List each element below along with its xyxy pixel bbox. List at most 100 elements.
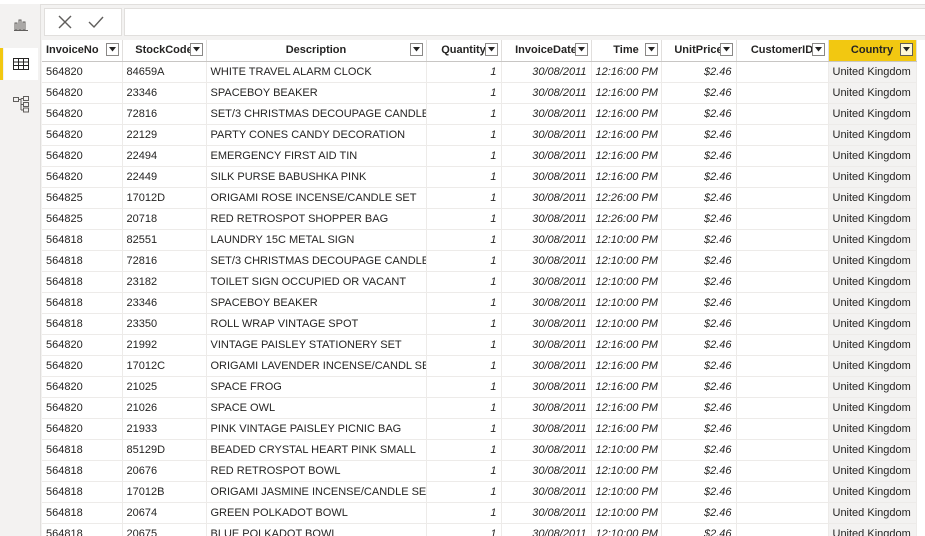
column-header-country[interactable]: Country — [828, 40, 917, 62]
filter-dropdown-button[interactable] — [189, 43, 203, 56]
cell-description[interactable]: VINTAGE PAISLEY STATIONERY SET — [206, 334, 427, 356]
commit-edit-button[interactable] — [87, 14, 105, 30]
cell-country[interactable]: United Kingdom — [828, 271, 917, 293]
cell-time[interactable]: 12:26:00 PM — [591, 187, 662, 209]
cell-invoicedate[interactable]: 30/08/2011 — [501, 229, 592, 251]
cell-time[interactable]: 12:10:00 PM — [591, 523, 662, 536]
column-header-time[interactable]: Time — [591, 40, 662, 62]
cell-customerid[interactable] — [736, 523, 829, 536]
cell-quantity[interactable]: 1 — [426, 145, 502, 167]
cell-quantity[interactable]: 1 — [426, 124, 502, 146]
cell-stockcode[interactable]: 17012C — [122, 355, 207, 377]
cell-country[interactable]: United Kingdom — [828, 460, 917, 482]
cell-country[interactable]: United Kingdom — [828, 166, 917, 188]
cell-description[interactable]: BEADED CRYSTAL HEART PINK SMALL — [206, 439, 427, 461]
cell-unitprice[interactable]: $2.46 — [661, 481, 737, 503]
cell-invoicedate[interactable]: 30/08/2011 — [501, 523, 592, 536]
cell-description[interactable]: WHITE TRAVEL ALARM CLOCK — [206, 61, 427, 83]
cell-time[interactable]: 12:16:00 PM — [591, 145, 662, 167]
cell-unitprice[interactable]: $2.46 — [661, 124, 737, 146]
cell-time[interactable]: 12:16:00 PM — [591, 355, 662, 377]
cell-unitprice[interactable]: $2.46 — [661, 61, 737, 83]
cell-stockcode[interactable]: 21026 — [122, 397, 207, 419]
cell-invoiceno[interactable]: 564818 — [42, 229, 123, 251]
cell-description[interactable]: TOILET SIGN OCCUPIED OR VACANT — [206, 271, 427, 293]
cell-quantity[interactable]: 1 — [426, 250, 502, 272]
cell-customerid[interactable] — [736, 355, 829, 377]
cell-invoicedate[interactable]: 30/08/2011 — [501, 460, 592, 482]
cell-quantity[interactable]: 1 — [426, 82, 502, 104]
column-header-quantity[interactable]: Quantity — [426, 40, 502, 62]
cell-time[interactable]: 12:10:00 PM — [591, 229, 662, 251]
cell-description[interactable]: EMERGENCY FIRST AID TIN — [206, 145, 427, 167]
filter-dropdown-button[interactable] — [105, 43, 119, 56]
cell-stockcode[interactable]: 17012D — [122, 187, 207, 209]
data-view-button[interactable] — [0, 48, 38, 80]
cell-unitprice[interactable]: $2.46 — [661, 292, 737, 314]
cell-description[interactable]: SET/3 CHRISTMAS DECOUPAGE CANDLES — [206, 103, 427, 125]
cell-invoiceno[interactable]: 564818 — [42, 502, 123, 524]
cell-country[interactable]: United Kingdom — [828, 250, 917, 272]
cell-unitprice[interactable]: $2.46 — [661, 166, 737, 188]
cell-invoicedate[interactable]: 30/08/2011 — [501, 124, 592, 146]
cell-stockcode[interactable]: 21933 — [122, 418, 207, 440]
cell-quantity[interactable]: 1 — [426, 460, 502, 482]
cell-quantity[interactable]: 1 — [426, 439, 502, 461]
cell-quantity[interactable]: 1 — [426, 418, 502, 440]
cell-customerid[interactable] — [736, 292, 829, 314]
column-header-invoiceno[interactable]: InvoiceNo — [42, 40, 123, 62]
cell-invoiceno[interactable]: 564820 — [42, 397, 123, 419]
cell-stockcode[interactable]: 23182 — [122, 271, 207, 293]
cell-invoiceno[interactable]: 564818 — [42, 439, 123, 461]
cell-unitprice[interactable]: $2.46 — [661, 187, 737, 209]
cell-invoicedate[interactable]: 30/08/2011 — [501, 376, 592, 398]
cell-stockcode[interactable]: 21025 — [122, 376, 207, 398]
cell-description[interactable]: PARTY CONES CANDY DECORATION — [206, 124, 427, 146]
cell-quantity[interactable]: 1 — [426, 208, 502, 230]
cell-invoicedate[interactable]: 30/08/2011 — [501, 187, 592, 209]
cell-time[interactable]: 12:26:00 PM — [591, 208, 662, 230]
cell-time[interactable]: 12:10:00 PM — [591, 460, 662, 482]
cell-time[interactable]: 12:10:00 PM — [591, 481, 662, 503]
cell-customerid[interactable] — [736, 229, 829, 251]
cell-time[interactable]: 12:16:00 PM — [591, 334, 662, 356]
cell-stockcode[interactable]: 17012B — [122, 481, 207, 503]
cell-time[interactable]: 12:10:00 PM — [591, 439, 662, 461]
cell-customerid[interactable] — [736, 439, 829, 461]
cell-invoiceno[interactable]: 564820 — [42, 61, 123, 83]
cell-invoicedate[interactable]: 30/08/2011 — [501, 208, 592, 230]
cell-quantity[interactable]: 1 — [426, 313, 502, 335]
cell-unitprice[interactable]: $2.46 — [661, 418, 737, 440]
cell-customerid[interactable] — [736, 187, 829, 209]
filter-dropdown-button[interactable] — [899, 43, 913, 56]
cell-invoiceno[interactable]: 564820 — [42, 166, 123, 188]
cell-customerid[interactable] — [736, 418, 829, 440]
cell-invoicedate[interactable]: 30/08/2011 — [501, 313, 592, 335]
cell-quantity[interactable]: 1 — [426, 292, 502, 314]
cell-time[interactable]: 12:10:00 PM — [591, 271, 662, 293]
cell-stockcode[interactable]: 22129 — [122, 124, 207, 146]
cell-unitprice[interactable]: $2.46 — [661, 439, 737, 461]
cell-time[interactable]: 12:16:00 PM — [591, 397, 662, 419]
cell-invoiceno[interactable]: 564820 — [42, 355, 123, 377]
cell-stockcode[interactable]: 21992 — [122, 334, 207, 356]
cell-invoicedate[interactable]: 30/08/2011 — [501, 250, 592, 272]
cell-country[interactable]: United Kingdom — [828, 61, 917, 83]
cell-customerid[interactable] — [736, 313, 829, 335]
cell-description[interactable]: ORIGAMI JASMINE INCENSE/CANDLE SET — [206, 481, 427, 503]
cell-customerid[interactable] — [736, 166, 829, 188]
cell-unitprice[interactable]: $2.46 — [661, 460, 737, 482]
cell-description[interactable]: BLUE POLKADOT BOWL — [206, 523, 427, 536]
cell-invoicedate[interactable]: 30/08/2011 — [501, 292, 592, 314]
cell-unitprice[interactable]: $2.46 — [661, 397, 737, 419]
cell-quantity[interactable]: 1 — [426, 376, 502, 398]
cell-stockcode[interactable]: 20718 — [122, 208, 207, 230]
cell-invoicedate[interactable]: 30/08/2011 — [501, 103, 592, 125]
cell-stockcode[interactable]: 72816 — [122, 250, 207, 272]
cell-time[interactable]: 12:10:00 PM — [591, 292, 662, 314]
cell-time[interactable]: 12:10:00 PM — [591, 250, 662, 272]
cell-invoiceno[interactable]: 564820 — [42, 145, 123, 167]
cell-invoicedate[interactable]: 30/08/2011 — [501, 82, 592, 104]
cell-description[interactable]: RED RETROSPOT BOWL — [206, 460, 427, 482]
cell-country[interactable]: United Kingdom — [828, 313, 917, 335]
